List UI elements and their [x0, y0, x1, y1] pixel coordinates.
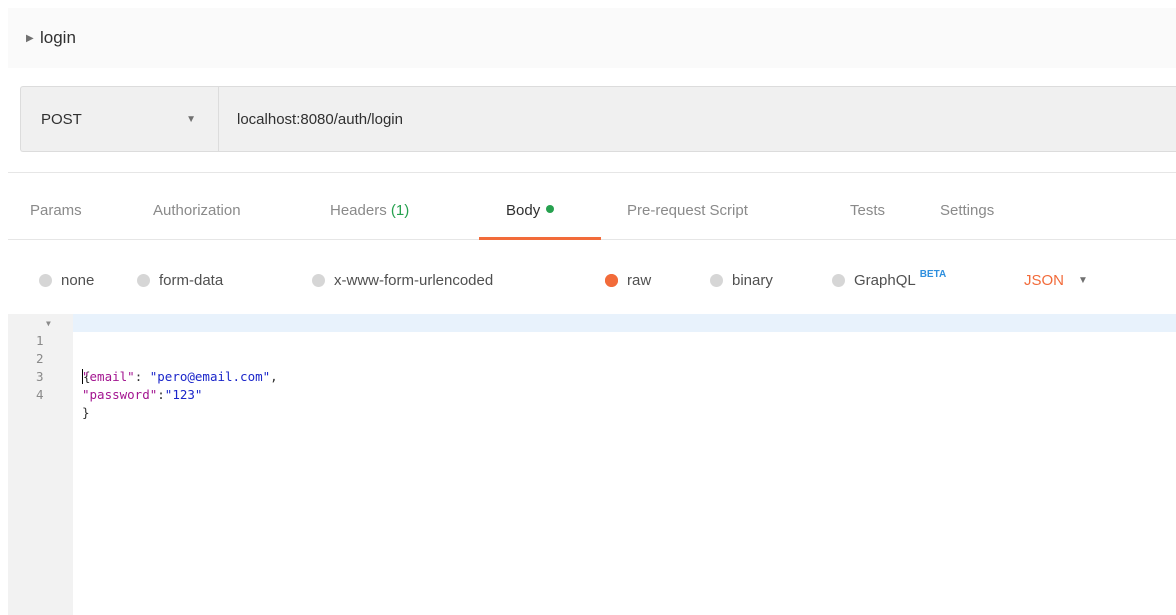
chevron-down-icon: ▼: [186, 113, 196, 125]
request-panel: ▶ login POST ▼ Params Authorization Head…: [8, 8, 1176, 615]
radio-graphql-label: GraphQL: [854, 272, 916, 289]
url-bar: POST ▼: [20, 86, 1176, 152]
radio-none[interactable]: none: [39, 272, 94, 289]
method-select[interactable]: POST ▼: [21, 87, 219, 151]
body-status-dot-icon: [546, 205, 555, 213]
request-tabs: Params Authorization Headers (1) Body Pr…: [8, 188, 1176, 240]
divider: [8, 172, 1176, 173]
radio-graphql[interactable]: GraphQL BETA: [832, 269, 947, 289]
code-line: 1 ▼ {: [8, 314, 1176, 384]
url-input[interactable]: [237, 110, 1037, 128]
radio-checked-icon: [605, 274, 618, 287]
radio-circle-icon: [710, 274, 723, 287]
code-text: }: [82, 404, 90, 422]
tab-headers-label: Headers: [330, 202, 387, 219]
tab-pre-request-script[interactable]: Pre-request Script: [627, 202, 748, 219]
radio-circle-icon: [39, 274, 52, 287]
radio-binary-label: binary: [732, 272, 773, 289]
body-format-label: JSON: [1024, 272, 1065, 289]
code-text: "password":"123": [82, 386, 202, 404]
tab-body-label: Body: [506, 202, 541, 219]
tab-body[interactable]: Body: [506, 202, 555, 219]
json-key: "password": [82, 387, 158, 402]
tab-authorization[interactable]: Authorization: [153, 202, 241, 219]
radio-raw-label: raw: [627, 272, 652, 289]
chevron-down-icon: ▼: [1078, 275, 1088, 286]
beta-badge: BETA: [919, 269, 947, 280]
code-line: 3 "password":"123": [8, 350, 1176, 402]
headers-count-badge: (1): [390, 202, 410, 219]
request-title-bar[interactable]: ▶ login: [8, 8, 1176, 68]
active-tab-indicator: [479, 237, 601, 240]
json-string-value: "123": [164, 387, 203, 402]
tab-settings[interactable]: Settings: [940, 202, 994, 219]
caret-right-icon[interactable]: ▶: [26, 33, 36, 44]
code-brace-close: }: [82, 405, 90, 420]
code-line: 2 "email": "pero@email.com",: [8, 332, 1176, 384]
radio-circle-icon: [832, 274, 845, 287]
body-code-editor[interactable]: 1 ▼ { 2 "email": "pero@email.com", 3 "pa…: [8, 314, 1176, 615]
method-label: POST: [41, 110, 82, 128]
radio-none-label: none: [61, 272, 95, 289]
tab-params[interactable]: Params: [30, 202, 82, 219]
line-number: 4: [36, 387, 44, 402]
code-line: 4 }: [8, 368, 1176, 420]
fold-arrow-icon[interactable]: ▼: [46, 315, 51, 333]
tab-tests[interactable]: Tests: [850, 202, 885, 219]
radio-raw[interactable]: raw: [605, 272, 651, 289]
tab-headers[interactable]: Headers (1): [330, 202, 409, 219]
body-format-select[interactable]: JSON ▼: [1024, 272, 1088, 289]
radio-urlencoded-label: x-www-form-urlencoded: [334, 272, 494, 289]
request-name[interactable]: login: [40, 28, 76, 48]
radio-form-data-label: form-data: [159, 272, 224, 289]
json-separator: :: [157, 387, 165, 402]
radio-form-data[interactable]: form-data: [137, 272, 223, 289]
body-type-selector: none form-data x-www-form-urlencoded raw…: [8, 269, 1176, 298]
radio-x-www-form-urlencoded[interactable]: x-www-form-urlencoded: [312, 272, 493, 289]
radio-circle-icon: [312, 274, 325, 287]
radio-circle-icon: [137, 274, 150, 287]
radio-binary[interactable]: binary: [710, 272, 773, 289]
